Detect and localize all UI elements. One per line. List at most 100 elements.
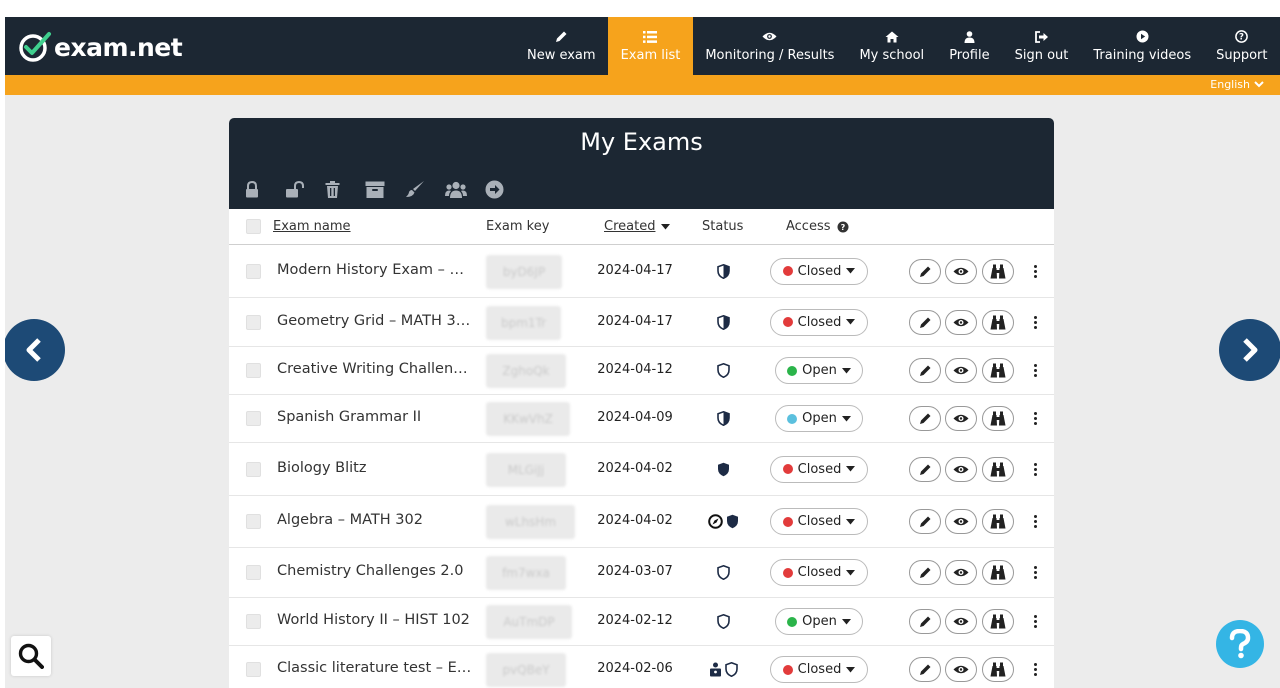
logo[interactable]: exam.net xyxy=(18,31,183,63)
more-options-icon[interactable] xyxy=(1030,515,1040,528)
previous-button[interactable] xyxy=(5,319,65,381)
edit-button[interactable] xyxy=(909,657,941,682)
more-options-icon[interactable] xyxy=(1030,462,1040,476)
binoculars-icon xyxy=(990,565,1006,580)
row-checkbox[interactable] xyxy=(246,614,261,629)
nav-my-school[interactable]: My school xyxy=(847,17,937,75)
row-checkbox[interactable] xyxy=(246,411,261,426)
monitor-button[interactable] xyxy=(982,657,1014,682)
nav-label: Training videos xyxy=(1093,47,1192,63)
delete-button[interactable] xyxy=(325,178,365,200)
more-options-icon[interactable] xyxy=(1030,663,1040,676)
status-icons xyxy=(697,411,749,426)
exam-name[interactable]: Modern History Exam – HI… xyxy=(277,262,472,278)
nav-new-exam[interactable]: New exam xyxy=(514,17,608,75)
access-dropdown[interactable]: Open xyxy=(775,405,863,432)
more-options-icon[interactable] xyxy=(1030,364,1040,377)
exam-name[interactable]: Biology Blitz xyxy=(277,460,472,476)
bulk-toolbar xyxy=(245,178,525,200)
language-selector[interactable]: English xyxy=(1210,78,1264,91)
access-dropdown[interactable]: Closed xyxy=(770,257,868,285)
edit-button[interactable] xyxy=(909,358,941,383)
help-button[interactable] xyxy=(1216,620,1264,668)
question-circle-icon[interactable]: ? xyxy=(837,221,849,233)
preview-button[interactable] xyxy=(945,509,977,534)
row-checkbox[interactable] xyxy=(246,263,261,279)
row-checkbox[interactable] xyxy=(246,461,261,477)
eye-icon xyxy=(953,366,969,375)
row-checkbox[interactable] xyxy=(246,514,261,529)
exam-name[interactable]: Creative Writing Challenge… xyxy=(277,361,472,377)
access-dropdown[interactable]: Closed xyxy=(770,508,868,535)
edit-button[interactable] xyxy=(909,258,941,284)
exam-key: fm7wxa xyxy=(486,556,566,590)
row-checkbox[interactable] xyxy=(246,363,261,378)
monitor-button[interactable] xyxy=(982,456,1014,482)
monitor-button[interactable] xyxy=(982,309,1014,335)
preview-button[interactable] xyxy=(945,657,977,682)
exam-name[interactable]: Spanish Grammar II xyxy=(277,409,472,425)
preview-button[interactable] xyxy=(945,309,977,335)
share-group-button[interactable] xyxy=(445,178,485,200)
created-date: 2024-04-17 xyxy=(597,262,673,278)
edit-button[interactable] xyxy=(909,609,941,634)
monitor-button[interactable] xyxy=(982,509,1014,534)
column-created[interactable]: Created xyxy=(604,219,671,234)
search-button[interactable] xyxy=(11,636,51,676)
row-checkbox[interactable] xyxy=(246,662,261,677)
access-status-dot xyxy=(782,664,793,675)
move-button[interactable] xyxy=(485,178,525,200)
monitor-button[interactable] xyxy=(982,258,1014,284)
archive-button[interactable] xyxy=(365,178,405,200)
pencil-icon xyxy=(919,516,930,527)
preview-button[interactable] xyxy=(945,358,977,383)
nav-exam-list[interactable]: Exam list xyxy=(608,17,693,75)
monitor-button[interactable] xyxy=(982,358,1014,383)
access-label: Closed xyxy=(797,263,842,279)
more-options-icon[interactable] xyxy=(1030,566,1040,579)
access-dropdown[interactable]: Closed xyxy=(770,656,868,683)
select-all-checkbox[interactable] xyxy=(246,219,261,234)
more-options-icon[interactable] xyxy=(1030,264,1040,278)
edit-button[interactable] xyxy=(909,560,941,585)
unlock-button[interactable] xyxy=(285,178,325,200)
preview-button[interactable] xyxy=(945,406,977,431)
preview-button[interactable] xyxy=(945,456,977,482)
access-label: Open xyxy=(802,411,837,426)
exam-name[interactable]: Classic literature test – EN… xyxy=(277,660,472,676)
row-checkbox[interactable] xyxy=(246,314,261,330)
edit-button[interactable] xyxy=(909,309,941,335)
nav-profile[interactable]: Profile xyxy=(937,17,1002,75)
monitor-button[interactable] xyxy=(982,560,1014,585)
lock-button[interactable] xyxy=(245,178,285,200)
preview-button[interactable] xyxy=(945,258,977,284)
more-options-icon[interactable] xyxy=(1030,615,1040,628)
row-checkbox[interactable] xyxy=(246,565,261,580)
preview-button[interactable] xyxy=(945,609,977,634)
preview-button[interactable] xyxy=(945,560,977,585)
exam-name[interactable]: Chemistry Challenges 2.0 xyxy=(277,563,472,579)
monitor-button[interactable] xyxy=(982,406,1014,431)
edit-button[interactable] xyxy=(909,509,941,534)
access-dropdown[interactable]: Open xyxy=(775,608,863,635)
edit-button[interactable] xyxy=(909,456,941,482)
edit-button[interactable] xyxy=(909,406,941,431)
access-dropdown[interactable]: Open xyxy=(775,357,863,384)
nav-support[interactable]: ? Support xyxy=(1204,17,1280,75)
exam-name[interactable]: Geometry Grid – MATH 302 xyxy=(277,313,472,329)
nav-monitoring-results[interactable]: Monitoring / Results xyxy=(693,17,847,75)
more-options-icon[interactable] xyxy=(1030,315,1040,329)
more-options-icon[interactable] xyxy=(1030,412,1040,425)
brush-button[interactable] xyxy=(405,178,445,200)
nav-training-videos[interactable]: Training videos xyxy=(1081,17,1204,75)
exam-name[interactable]: Algebra – MATH 302 xyxy=(277,512,472,528)
monitor-button[interactable] xyxy=(982,609,1014,634)
access-dropdown[interactable]: Closed xyxy=(770,308,868,336)
nav-sign-out[interactable]: Sign out xyxy=(1002,17,1081,75)
next-button[interactable] xyxy=(1219,319,1280,381)
column-exam-name[interactable]: Exam name xyxy=(273,219,351,234)
exam-name[interactable]: World History II – HIST 102 xyxy=(277,612,472,628)
access-dropdown[interactable]: Closed xyxy=(770,455,868,483)
access-status-dot xyxy=(787,616,798,627)
access-dropdown[interactable]: Closed xyxy=(770,559,868,586)
